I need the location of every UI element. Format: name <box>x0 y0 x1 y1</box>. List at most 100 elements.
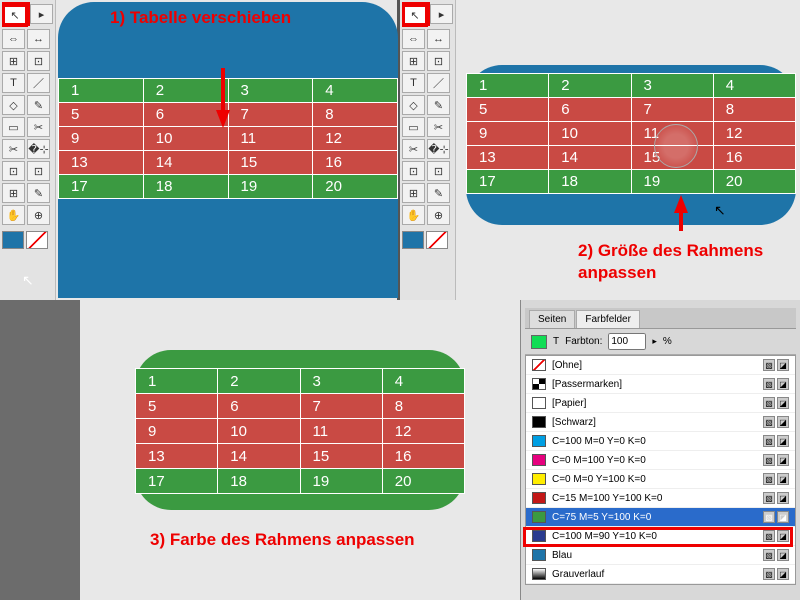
tool-button[interactable]: ⊡ <box>27 51 50 71</box>
tool-button[interactable]: ⊡ <box>427 51 450 71</box>
table-cell[interactable]: 16 <box>713 146 795 170</box>
tool-button[interactable]: ⇔ <box>402 29 425 49</box>
tool-button[interactable]: ⊞ <box>2 51 25 71</box>
rounded-frame-3[interactable]: 1234567891011121314151617181920 <box>135 350 465 510</box>
tool-button[interactable]: ⊞ <box>402 51 425 71</box>
tool-button[interactable]: ✋ <box>402 205 425 225</box>
swatch-row[interactable]: [Papier]▧◪ <box>526 394 795 413</box>
table-cell[interactable]: 7 <box>631 98 713 122</box>
table-cell[interactable]: 19 <box>228 175 313 199</box>
table-cell[interactable]: 9 <box>59 127 144 151</box>
table-row[interactable]: 1234 <box>136 369 465 394</box>
swatch-row[interactable]: C=0 M=0 Y=100 K=0▧◪ <box>526 470 795 489</box>
swatch-row[interactable]: [Schwarz]▧◪ <box>526 413 795 432</box>
tint-input[interactable] <box>608 333 646 350</box>
table-cell[interactable]: 18 <box>549 170 631 194</box>
table-cell[interactable]: 4 <box>713 74 795 98</box>
table-cell[interactable]: 2 <box>143 79 228 103</box>
tool-button[interactable]: ◇ <box>2 95 25 115</box>
swatch-row[interactable]: C=75 M=5 Y=100 K=0▧◪ <box>526 508 795 527</box>
tab-pages[interactable]: Seiten <box>529 310 575 328</box>
table-cell[interactable]: 13 <box>59 151 144 175</box>
table-cell[interactable]: 13 <box>136 444 218 469</box>
tool-button[interactable]: ✂ <box>402 139 425 159</box>
table-cell[interactable]: 12 <box>382 419 464 444</box>
swatch-row[interactable]: Grauverlauf▧◪ <box>526 565 795 584</box>
tool-button[interactable]: ▸ <box>430 4 453 24</box>
table-cell[interactable]: 1 <box>59 79 144 103</box>
table-cell[interactable]: 3 <box>631 74 713 98</box>
table-cell[interactable]: 7 <box>228 103 313 127</box>
tool-button[interactable]: ⊞ <box>402 183 425 203</box>
table-cell[interactable]: 6 <box>218 394 300 419</box>
tool-button[interactable]: ⊡ <box>402 161 425 181</box>
table-cell[interactable]: 11 <box>228 127 313 151</box>
swatch-row[interactable]: C=0 M=100 Y=0 K=0▧◪ <box>526 451 795 470</box>
table-cell[interactable]: 20 <box>382 469 464 494</box>
tool-button[interactable]: T <box>402 73 425 93</box>
table-cell[interactable]: 12 <box>713 122 795 146</box>
table-row[interactable]: 13141516 <box>467 146 796 170</box>
table-cell[interactable]: 20 <box>313 175 398 199</box>
tool-button[interactable]: ⇔ <box>2 29 25 49</box>
table-cell[interactable]: 8 <box>713 98 795 122</box>
table-row[interactable]: 17181920 <box>467 170 796 194</box>
swatch-row[interactable]: C=15 M=100 Y=100 K=0▧◪ <box>526 489 795 508</box>
rounded-frame-1[interactable]: 1234567891011121314151617181920 <box>58 2 398 298</box>
dropdown-icon[interactable]: ▸ <box>652 336 657 347</box>
table-row[interactable]: 1234 <box>59 79 398 103</box>
table-cell[interactable]: 5 <box>136 394 218 419</box>
tool-button[interactable]: ⊡ <box>2 161 25 181</box>
table-cell[interactable]: 3 <box>300 369 382 394</box>
table-cell[interactable]: 16 <box>313 151 398 175</box>
table-cell[interactable]: 1 <box>136 369 218 394</box>
table-cell[interactable]: 7 <box>300 394 382 419</box>
tool-button[interactable]: ✋ <box>2 205 25 225</box>
tool-button[interactable]: ▭ <box>2 117 25 137</box>
stroke-swatch[interactable] <box>26 231 48 249</box>
table-cell[interactable]: 10 <box>143 127 228 151</box>
tool-button[interactable]: ／ <box>427 73 450 93</box>
table-cell[interactable]: 6 <box>549 98 631 122</box>
table-row[interactable]: 13141516 <box>136 444 465 469</box>
table-cell[interactable]: 19 <box>631 170 713 194</box>
table-row[interactable]: 5678 <box>467 98 796 122</box>
tool-button[interactable]: �⊹ <box>27 139 50 159</box>
table-cell[interactable]: 17 <box>136 469 218 494</box>
table-row[interactable]: 5678 <box>136 394 465 419</box>
table-cell[interactable]: 5 <box>467 98 549 122</box>
data-table-1[interactable]: 1234567891011121314151617181920 <box>58 78 398 199</box>
table-cell[interactable]: 4 <box>382 369 464 394</box>
table-cell[interactable]: 1 <box>467 74 549 98</box>
tool-button[interactable]: ／ <box>27 73 50 93</box>
tool-button[interactable]: ↔ <box>27 29 50 49</box>
table-cell[interactable]: 17 <box>467 170 549 194</box>
tool-button[interactable]: ✎ <box>427 183 450 203</box>
tool-button[interactable]: ⊡ <box>27 161 50 181</box>
table-cell[interactable]: 5 <box>59 103 144 127</box>
tool-button[interactable]: ▭ <box>402 117 425 137</box>
table-cell[interactable]: 15 <box>300 444 382 469</box>
tool-button[interactable]: ✂ <box>2 139 25 159</box>
rounded-frame-2[interactable]: 1234567891011121314151617181920 <box>466 65 796 225</box>
table-cell[interactable]: 16 <box>382 444 464 469</box>
table-cell[interactable]: 10 <box>218 419 300 444</box>
fill-swatch[interactable] <box>2 231 24 249</box>
table-cell[interactable]: 17 <box>59 175 144 199</box>
tool-button[interactable]: �⊹ <box>427 139 450 159</box>
canvas-1[interactable]: 1234567891011121314151617181920 1) Tabel… <box>56 0 397 300</box>
table-cell[interactable]: 14 <box>218 444 300 469</box>
table-row[interactable]: 9101112 <box>59 127 398 151</box>
table-cell[interactable]: 18 <box>218 469 300 494</box>
table-cell[interactable]: 11 <box>300 419 382 444</box>
table-cell[interactable]: 8 <box>382 394 464 419</box>
tool-button[interactable]: ↔ <box>427 29 450 49</box>
table-cell[interactable]: 15 <box>228 151 313 175</box>
canvas-2[interactable]: 1234567891011121314151617181920 ↖ 2) Grö… <box>456 0 800 300</box>
tool-button[interactable]: ▸ <box>30 4 53 24</box>
table-cell[interactable]: 2 <box>549 74 631 98</box>
table-cell[interactable]: 20 <box>713 170 795 194</box>
table-cell[interactable]: 9 <box>136 419 218 444</box>
table-row[interactable]: 17181920 <box>59 175 398 199</box>
table-cell[interactable]: 18 <box>143 175 228 199</box>
